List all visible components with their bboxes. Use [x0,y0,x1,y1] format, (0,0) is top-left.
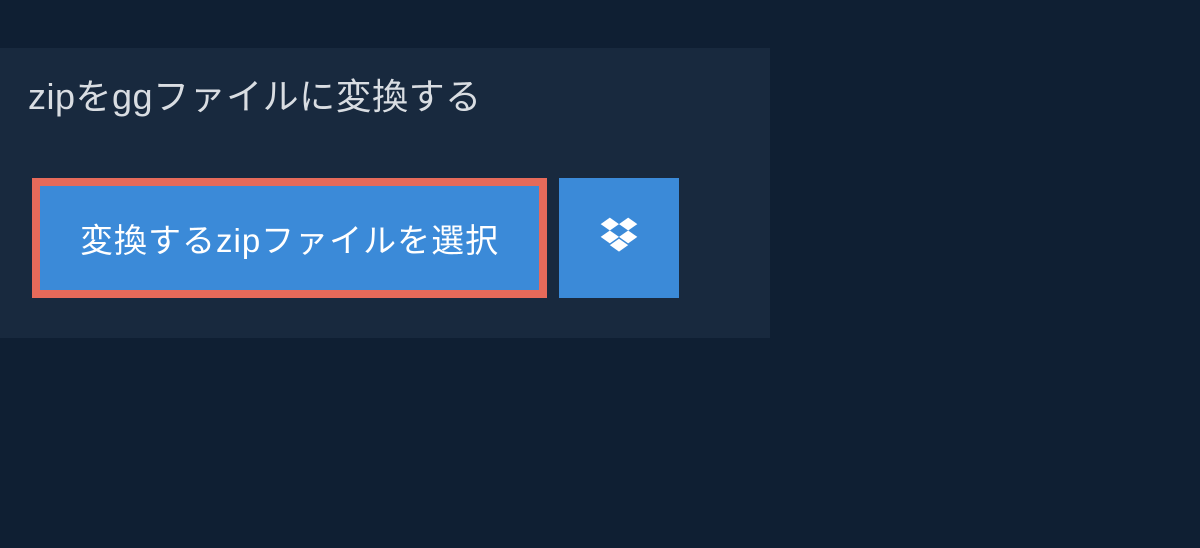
select-file-label: 変換するzipファイルを選択 [80,214,499,262]
dropbox-button[interactable] [559,178,679,298]
converter-panel: zipをggファイルに変換する 変換するzipファイルを選択 [0,48,770,338]
button-row: 変換するzipファイルを選択 [32,178,770,298]
dropbox-icon [597,214,641,263]
page-title: zipをggファイルに変換する [28,68,742,120]
title-container: zipをggファイルに変換する [0,48,770,130]
select-file-button[interactable]: 変換するzipファイルを選択 [32,178,547,298]
